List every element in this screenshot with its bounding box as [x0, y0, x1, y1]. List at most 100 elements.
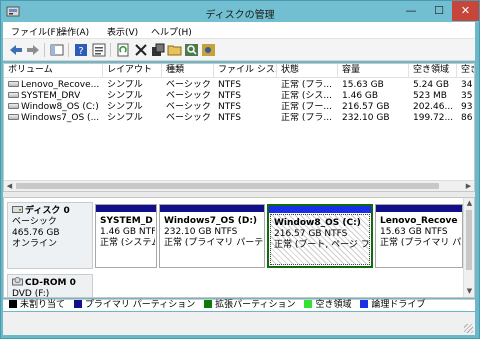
- volume-row[interactable]: SYSTEM_DRV シンプル ベーシック NTFS 正常 (シス... 1.4…: [4, 91, 474, 102]
- menu-action[interactable]: 操作(A): [58, 25, 89, 38]
- disk-0-title-row: ディスク 0: [12, 206, 88, 217]
- partition-windows7-os[interactable]: Windows7_OS (D:) 232.10 GB NTFS 正常 (プライマ…: [159, 204, 265, 268]
- properties-list-icon[interactable]: [91, 42, 107, 58]
- cdrom-name: CD-ROM 0: [25, 278, 76, 288]
- scroll-up-icon[interactable]: ▲: [464, 198, 474, 208]
- toolbar-separator: [110, 43, 111, 57]
- partition-name: Lenovo_Recove: [380, 216, 458, 226]
- partition-size: 216.57 GB NTFS: [274, 229, 348, 239]
- partition-status: 正常 (プライマリ パーティショ: [164, 238, 263, 248]
- layout-cell: シンプル: [107, 91, 143, 101]
- properties-icon[interactable]: [150, 42, 166, 58]
- console-tree-icon[interactable]: [49, 42, 65, 58]
- legend-item: 論理ドライブ: [360, 300, 425, 311]
- vertical-scrollbar[interactable]: ▲ ▼: [463, 198, 474, 297]
- cdrom-label: DVD (F:): [12, 289, 50, 298]
- free-space-cell: 199.72...: [413, 113, 454, 123]
- scroll-thumb[interactable]: [16, 183, 439, 189]
- partition-status: 正常 (システム: [100, 238, 155, 248]
- volume-icon: [8, 92, 19, 98]
- legend-label: 空き領域: [315, 300, 352, 310]
- help-icon[interactable]: ?: [73, 42, 89, 58]
- scroll-right-icon[interactable]: ▶: [463, 181, 474, 191]
- horizontal-scrollbar[interactable]: ◀ ▶: [4, 180, 474, 191]
- filesystem-cell: NTFS: [218, 91, 241, 101]
- forward-arrow-icon[interactable]: [25, 42, 41, 58]
- title-bar: ディスクの管理 — ☐ ✕: [1, 1, 479, 23]
- partition-bar: [96, 205, 156, 212]
- layout-cell: シンプル: [107, 80, 143, 90]
- free-space-cell: 523 MB: [413, 91, 447, 101]
- legend-item: 拡張パーティション: [204, 300, 296, 311]
- type-cell: ベーシック: [166, 91, 211, 101]
- legend-swatch: [73, 300, 82, 308]
- disk-0-size: 465.76 GB: [12, 228, 60, 238]
- partition-body: Windows7_OS (D:) 232.10 GB NTFS 正常 (プライマ…: [161, 213, 263, 266]
- layout-cell: シンプル: [107, 113, 143, 123]
- svg-text:?: ?: [78, 46, 83, 57]
- legend-item: 空き領域: [304, 300, 351, 311]
- volume-list: ボリューム レイアウト 種類 ファイル シス... 状態 容量 空き領域 空き …: [3, 63, 475, 192]
- delete-icon[interactable]: [133, 42, 149, 58]
- search-icon[interactable]: [184, 42, 200, 58]
- percent-free-cell: 93: [461, 102, 473, 112]
- filesystem-cell: NTFS: [218, 102, 241, 112]
- menu-file[interactable]: ファイル(F): [11, 25, 59, 38]
- legend-label: 拡張パーティション: [215, 300, 296, 310]
- legend-swatch: [9, 300, 17, 308]
- close-button[interactable]: ✕: [452, 1, 479, 21]
- refresh-icon[interactable]: [115, 42, 131, 58]
- volume-name: Window8_OS (C:): [21, 102, 99, 112]
- back-arrow-icon[interactable]: [8, 42, 24, 58]
- volume-icon: [8, 114, 19, 120]
- partition-lenovo-recovery[interactable]: Lenovo_Recove 15.63 GB NTFS 正常 (プライマリ パー: [375, 204, 463, 268]
- menu-help[interactable]: ヘルプ(H): [151, 25, 192, 38]
- partition-window8-os[interactable]: Window8_OS (C:) 216.57 GB NTFS 正常 (ブート, …: [267, 204, 373, 268]
- percent-free-cell: 86: [461, 113, 473, 123]
- disk-graphical-view: ディスク 0 ベーシック 465.76 GB オンライン SYSTEM_D 1.…: [3, 197, 475, 298]
- type-cell: ベーシック: [166, 80, 211, 90]
- column-header-free-space[interactable]: 空き領域: [409, 64, 457, 78]
- partition-body: Window8_OS (C:) 216.57 GB NTFS 正常 (ブート, …: [270, 214, 370, 265]
- column-header-filesystem[interactable]: ファイル シス...: [214, 64, 277, 78]
- column-header-type[interactable]: 種類: [162, 64, 214, 78]
- volume-name-cell: Windows7_OS (...: [4, 113, 103, 124]
- partition-bar: [160, 205, 264, 212]
- minimize-button[interactable]: —: [397, 1, 425, 21]
- partition-status: 正常 (ブート, ページ ファ: [274, 240, 370, 250]
- volume-name: Lenovo_Recove...: [21, 80, 100, 90]
- percent-free-cell: 35: [461, 91, 473, 101]
- maximize-button[interactable]: ☐: [425, 1, 453, 21]
- scroll-thumb[interactable]: [466, 210, 472, 270]
- legend-swatch: [204, 300, 213, 308]
- disk-0-info[interactable]: ディスク 0 ベーシック 465.76 GB オンライン: [7, 202, 93, 269]
- partition-name: SYSTEM_D: [100, 216, 153, 226]
- partition-bar: [376, 205, 462, 212]
- partition-system-drv[interactable]: SYSTEM_D 1.46 GB NTF 正常 (システム: [95, 204, 157, 268]
- column-header-volume[interactable]: ボリューム: [4, 64, 103, 78]
- cdrom-0-info[interactable]: CD-ROM 0 DVD (F:): [7, 274, 93, 298]
- menu-view[interactable]: 表示(V): [107, 25, 138, 38]
- open-folder-icon[interactable]: [167, 42, 183, 58]
- filesystem-cell: NTFS: [218, 80, 241, 90]
- capacity-cell: 232.10 GB: [342, 113, 390, 123]
- cd-drive-icon: [12, 277, 23, 286]
- rescan-icon[interactable]: [201, 42, 217, 58]
- percent-free-cell: 34: [461, 80, 473, 90]
- column-header-capacity[interactable]: 容量: [338, 64, 409, 78]
- volume-row[interactable]: Windows7_OS (... シンプル ベーシック NTFS 正常 (プラ.…: [4, 113, 474, 124]
- volume-row[interactable]: Lenovo_Recove... シンプル ベーシック NTFS 正常 (プラ.…: [4, 80, 474, 91]
- legend-item: 未割り当て: [9, 300, 65, 311]
- scroll-left-icon[interactable]: ◀: [4, 181, 15, 191]
- resize-grip-icon[interactable]: [464, 324, 473, 333]
- column-header-status[interactable]: 状態: [277, 64, 338, 78]
- status-cell: 正常 (プラ...: [281, 113, 332, 123]
- volume-row[interactable]: Window8_OS (C:) シンプル ベーシック NTFS 正常 (ブー..…: [4, 102, 474, 113]
- column-header-layout[interactable]: レイアウト: [103, 64, 162, 78]
- capacity-cell: 1.46 GB: [342, 91, 379, 101]
- scroll-down-icon[interactable]: ▼: [464, 286, 474, 296]
- partition-name: Window8_OS (C:): [274, 218, 361, 228]
- column-header-percent-free[interactable]: 空き: [457, 64, 474, 78]
- legend-swatch: [304, 300, 313, 308]
- volume-name-cell: Lenovo_Recove...: [4, 80, 103, 91]
